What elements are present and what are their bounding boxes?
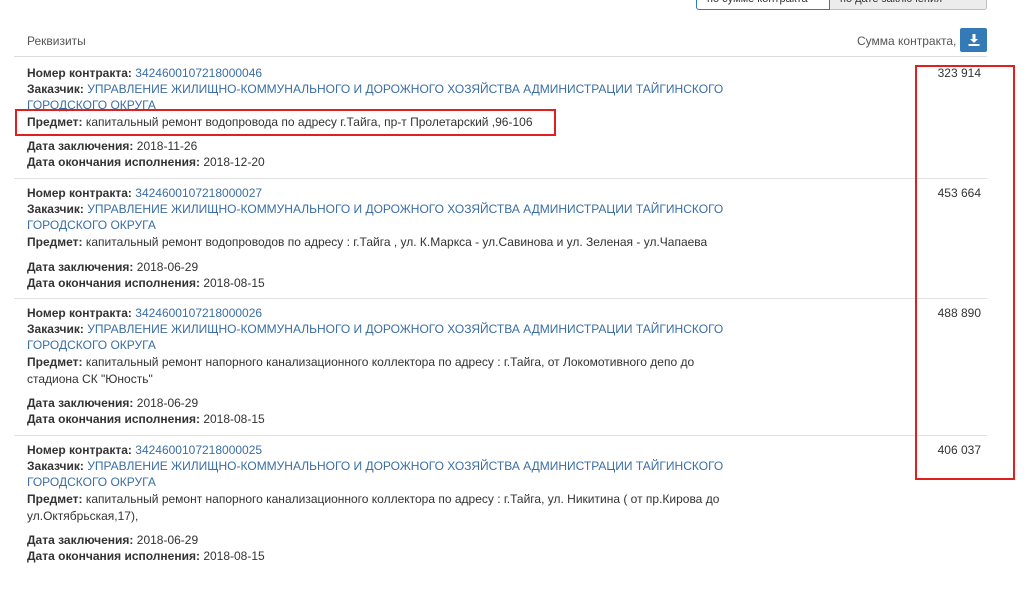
contract-number-label: Номер контракта:: [27, 443, 132, 457]
customer-label: Заказчик:: [27, 459, 84, 473]
customer-label: Заказчик:: [27, 202, 84, 216]
subject-text-continued: стадиона СК "Юность": [27, 372, 153, 386]
contract-amount: 488 890: [937, 306, 981, 320]
customer-link-continued[interactable]: ГОРОДСКОГО ОКРУГА: [27, 337, 156, 353]
contract-amount: 406 037: [937, 443, 981, 457]
customer-label: Заказчик:: [27, 322, 84, 336]
contract-number-link[interactable]: 3424600107218000046: [135, 66, 262, 80]
subject-label: Предмет:: [27, 355, 83, 369]
sort-toggle-group: по сумме контракта по дате заключения: [696, 0, 987, 10]
signed-date-value: 2018-06-29: [136, 396, 199, 410]
contract-number-link[interactable]: 3424600107218000025: [135, 443, 262, 457]
contract-number-label: Номер контракта:: [27, 186, 132, 200]
amount-header: Сумма контракта, р: [857, 34, 959, 48]
amount-highlight-box: [915, 65, 1015, 480]
signed-date-label: Дата заключения:: [27, 533, 134, 547]
customer-link-continued[interactable]: ГОРОДСКОГО ОКРУГА: [27, 474, 156, 490]
end-date-value: 2018-08-15: [203, 549, 265, 563]
row-divider: [14, 298, 987, 299]
signed-date-value: 2018-06-29: [136, 260, 199, 274]
subject-text: капитальный ремонт напорного канализацио…: [85, 492, 720, 506]
customer-link[interactable]: УПРАВЛЕНИЕ ЖИЛИЩНО-КОММУНАЛЬНОГО И ДОРОЖ…: [87, 322, 723, 336]
end-date-value: 2018-08-15: [203, 412, 265, 426]
customer-link-continued[interactable]: ГОРОДСКОГО ОКРУГА: [27, 97, 156, 113]
contract-number-link[interactable]: 3424600107218000026: [135, 306, 262, 320]
download-button[interactable]: [960, 28, 987, 52]
customer-link-continued[interactable]: ГОРОДСКОГО ОКРУГА: [27, 217, 156, 233]
subject-label: Предмет:: [27, 492, 83, 506]
signed-date-value: 2018-11-26: [136, 139, 198, 153]
end-date-label: Дата окончания исполнения:: [27, 276, 200, 290]
row-divider: [14, 178, 987, 179]
requisites-header: Реквизиты: [27, 34, 86, 48]
customer-label: Заказчик:: [27, 82, 84, 96]
customer-link[interactable]: УПРАВЛЕНИЕ ЖИЛИЩНО-КОММУНАЛЬНОГО И ДОРОЖ…: [87, 459, 723, 473]
subject-text-continued: ул.Октябрьская,17),: [27, 509, 139, 523]
contract-number-label: Номер контракта:: [27, 66, 132, 80]
contract-amount: 323 914: [937, 66, 981, 80]
contract-amount: 453 664: [937, 186, 981, 200]
header-divider: [14, 56, 987, 57]
sort-by-amount-button[interactable]: по сумме контракта: [696, 0, 830, 10]
subject-text: капитальный ремонт водопроводов по адрес…: [85, 235, 708, 249]
sort-by-date-button[interactable]: по дате заключения: [830, 0, 987, 10]
subject-label: Предмет:: [27, 115, 83, 129]
download-icon: [968, 34, 979, 46]
subject-text: капитальный ремонт напорного канализацио…: [85, 355, 695, 369]
end-date-label: Дата окончания исполнения:: [27, 549, 200, 563]
table-header: Реквизиты Сумма контракта, р: [27, 34, 985, 52]
end-date-value: 2018-08-15: [203, 276, 265, 290]
signed-date-label: Дата заключения:: [27, 139, 134, 153]
row-divider: [14, 435, 987, 436]
end-date-value: 2018-12-20: [203, 155, 265, 169]
signed-date-value: 2018-06-29: [136, 533, 199, 547]
contract-number-link[interactable]: 3424600107218000027: [135, 186, 262, 200]
end-date-label: Дата окончания исполнения:: [27, 412, 200, 426]
signed-date-label: Дата заключения:: [27, 260, 134, 274]
subject-text: капитальный ремонт водопровода по адресу…: [85, 115, 533, 129]
signed-date-label: Дата заключения:: [27, 396, 134, 410]
end-date-label: Дата окончания исполнения:: [27, 155, 200, 169]
contract-number-label: Номер контракта:: [27, 306, 132, 320]
customer-link[interactable]: УПРАВЛЕНИЕ ЖИЛИЩНО-КОММУНАЛЬНОГО И ДОРОЖ…: [87, 82, 723, 96]
subject-label: Предмет:: [27, 235, 83, 249]
customer-link[interactable]: УПРАВЛЕНИЕ ЖИЛИЩНО-КОММУНАЛЬНОГО И ДОРОЖ…: [87, 202, 723, 216]
